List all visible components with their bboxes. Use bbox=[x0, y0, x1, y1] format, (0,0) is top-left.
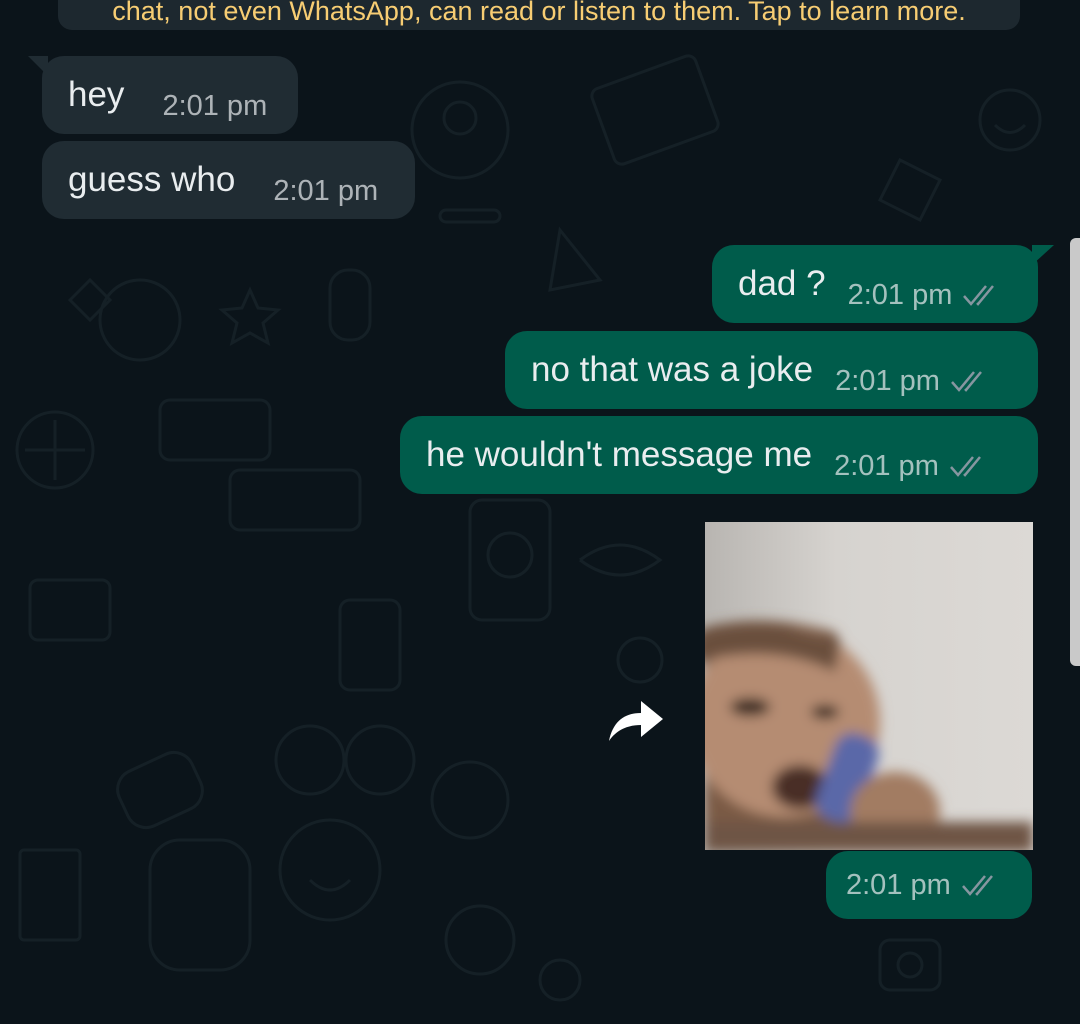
double-check-icon bbox=[963, 285, 995, 306]
message-time: 2:01 pm bbox=[273, 174, 379, 207]
double-check-icon bbox=[961, 875, 993, 896]
double-check-icon bbox=[949, 456, 981, 477]
bubble-tail bbox=[28, 56, 48, 76]
image-message[interactable] bbox=[705, 522, 1033, 850]
message-time: 2:01 pm bbox=[847, 278, 953, 311]
message-bubble-outgoing[interactable]: he wouldn't message me 2:01 pm bbox=[400, 416, 1038, 494]
encryption-notice[interactable]: chat, not even WhatsApp, can read or lis… bbox=[58, 0, 1020, 30]
message-bubble-incoming[interactable]: hey 2:01 pm bbox=[28, 56, 298, 134]
message-time: 2:01 pm bbox=[835, 364, 940, 397]
message-text: hey bbox=[68, 75, 125, 114]
double-check-icon bbox=[950, 371, 982, 392]
message-time: 2:01 pm bbox=[834, 449, 939, 482]
image-timestamp-bubble[interactable]: 2:01 pm bbox=[826, 851, 1032, 919]
message-time: 2:01 pm bbox=[162, 89, 268, 122]
message-text: he wouldn't message me bbox=[426, 435, 813, 474]
message-bubble-outgoing[interactable]: no that was a joke 2:01 pm bbox=[505, 331, 1038, 409]
message-bubble-outgoing[interactable]: dad ? 2:01 pm bbox=[712, 245, 1054, 323]
message-time: 2:01 pm bbox=[846, 868, 951, 901]
bubble-tail bbox=[1032, 245, 1054, 265]
message-text: no that was a joke bbox=[531, 350, 814, 389]
message-text: dad ? bbox=[738, 264, 826, 303]
scrollbar[interactable] bbox=[1070, 238, 1080, 666]
forward-arrow-icon[interactable] bbox=[607, 693, 665, 745]
message-text: guess who bbox=[68, 160, 236, 199]
message-bubble-incoming[interactable]: guess who 2:01 pm bbox=[42, 141, 415, 219]
photo-content bbox=[705, 620, 1033, 850]
